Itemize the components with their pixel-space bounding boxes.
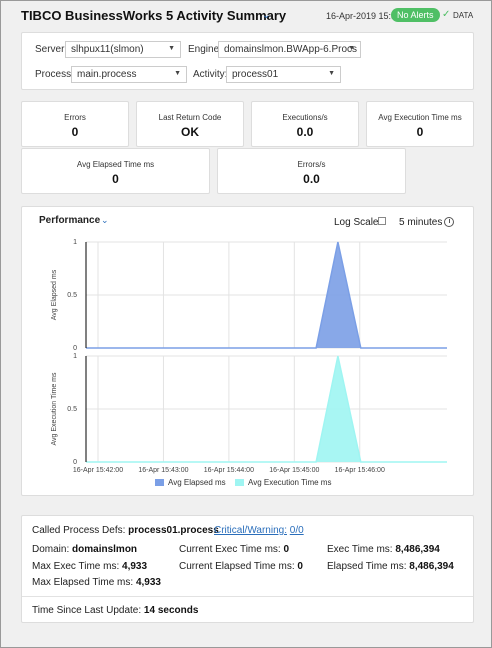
kpi-avg-elapsed-time[interactable]: Avg Elapsed Time ms 0 xyxy=(21,148,210,194)
info-value: 4,933 xyxy=(135,577,161,588)
chevron-down-icon[interactable]: ⌄ xyxy=(262,10,270,21)
called-defs-row: Called Process Defs: process01.process xyxy=(32,525,219,536)
info-label: Max Elapsed Time ms: xyxy=(32,577,134,588)
process-select-value: main.process xyxy=(77,69,137,80)
activity-label: Activity: xyxy=(193,69,228,80)
kpi-errors-per-sec[interactable]: Errors/s 0.0 xyxy=(217,148,406,194)
kpi-avg-execution-time[interactable]: Avg Execution Time ms 0 xyxy=(366,101,474,147)
info-label: Exec Time ms: xyxy=(327,544,393,555)
info-value: 0 xyxy=(297,561,303,572)
critical-warning-row[interactable]: Critical/Warning: 0/0 xyxy=(214,525,304,536)
timestamp: 16-Apr-2019 15:35 xyxy=(326,11,402,21)
x-tick-label: 16-Apr 15:46:00 xyxy=(335,467,385,474)
info-label: Elapsed Time ms: xyxy=(327,561,407,572)
performance-chart: 0 0.5 1 Avg Elapsed ms 0 0.5 1 Avg Execution Ti… xyxy=(51,239,447,474)
caret-down-icon: ▼ xyxy=(174,70,181,77)
y-tick-label: 1 xyxy=(73,239,77,246)
legend-swatch xyxy=(235,479,244,487)
y-tick-label: 1 xyxy=(73,353,77,360)
info-label: Time Since Last Update: xyxy=(32,605,142,616)
domain-row: Domain: domainslmon xyxy=(32,544,137,555)
kpi-value: 0 xyxy=(71,125,79,139)
caret-down-icon: ▼ xyxy=(168,45,175,52)
kpi-errors[interactable]: Errors 0 xyxy=(21,101,129,147)
kpi-last-return-code[interactable]: Last Return Code OK xyxy=(136,101,244,147)
kpi-label: Errors/s xyxy=(297,160,326,169)
info-panel: Called Process Defs: process01.process C… xyxy=(21,515,474,623)
process-label: Process: xyxy=(35,69,74,80)
performance-panel: Performance ⌄ Log Scale: 5 minutes 0 0.5 1… xyxy=(21,206,474,496)
legend-item: Avg Elapsed ms xyxy=(155,478,226,487)
y-tick-label: 0 xyxy=(73,459,77,466)
info-label: Current Exec Time ms: xyxy=(179,544,281,555)
check-icon: ✓ xyxy=(442,9,451,20)
info-label: Max Exec Time ms: xyxy=(32,561,120,572)
server-select[interactable]: slhpux11(slmon) ▼ xyxy=(65,41,181,58)
caret-down-icon: ▼ xyxy=(328,70,335,77)
alert-badge[interactable]: No Alerts xyxy=(391,8,440,22)
elapsed-time-row: Elapsed Time ms: 8,486,394 xyxy=(327,561,454,572)
kpi-value: 0.0 xyxy=(303,172,320,186)
kpi-value: 0 xyxy=(112,172,119,186)
engine-select-value: domainslmon.BWApp-6.Procs xyxy=(224,44,358,55)
caret-down-icon: ▼ xyxy=(348,45,355,52)
critical-warning-link[interactable]: Critical/Warning: xyxy=(214,525,287,536)
info-label: Called Process Defs: xyxy=(32,525,126,536)
last-update-row: Time Since Last Update: 14 seconds xyxy=(32,605,198,616)
info-value: domainslmon xyxy=(72,544,138,555)
critical-warning-value[interactable]: 0/0 xyxy=(290,525,304,536)
kpi-label: Avg Execution Time ms xyxy=(378,113,462,122)
process-select[interactable]: main.process ▼ xyxy=(71,66,187,83)
header: TIBCO BusinessWorks 5 Activity Summary ⌄… xyxy=(1,1,491,31)
info-value: 4,933 xyxy=(122,561,148,572)
current-elapsed-row: Current Elapsed Time ms: 0 xyxy=(179,561,303,572)
legend-label: Avg Elapsed ms xyxy=(168,478,226,487)
info-value: 0 xyxy=(283,544,290,555)
kpi-label: Executions/s xyxy=(282,113,328,122)
y-axis-label: Avg Elapsed ms xyxy=(51,269,58,320)
max-exec-row: Max Exec Time ms: 4,933 xyxy=(32,561,147,572)
info-value: 8,486,394 xyxy=(395,544,440,555)
y-tick-label: 0 xyxy=(73,345,77,352)
x-tick-label: 16-Apr 15:42:00 xyxy=(73,467,123,474)
divider xyxy=(22,596,473,597)
server-label: Server: xyxy=(35,44,68,55)
info-value: process01.process xyxy=(128,525,219,536)
engine-select[interactable]: domainslmon.BWApp-6.Procs ▼ xyxy=(218,41,361,58)
server-select-value: slhpux11(slmon) xyxy=(71,44,144,55)
x-tick-label: 16-Apr 15:45:00 xyxy=(269,467,319,474)
data-status-label: DATA xyxy=(453,11,474,20)
kpi-executions-per-sec[interactable]: Executions/s 0.0 xyxy=(251,101,359,147)
filter-panel: Server: slhpux11(slmon) ▼ Engine: domains… xyxy=(21,32,474,90)
kpi-label: Errors xyxy=(64,113,86,122)
kpi-value: OK xyxy=(181,125,199,139)
info-value: 14 seconds xyxy=(143,605,199,616)
legend-label: Avg Execution Time ms xyxy=(248,478,332,487)
info-label: Domain: xyxy=(32,544,70,555)
x-tick-label: 16-Apr 15:44:00 xyxy=(204,467,254,474)
info-value: 8,486,394 xyxy=(409,561,454,572)
current-exec-row: Current Exec Time ms: 0 xyxy=(179,544,289,555)
info-label: Current Elapsed Time ms: xyxy=(179,561,295,572)
legend-item: Avg Execution Time ms xyxy=(235,478,331,487)
x-tick-label: 16-Apr 15:43:00 xyxy=(138,467,188,474)
legend-swatch xyxy=(155,479,164,487)
kpi-value: 0 xyxy=(416,125,424,139)
exec-time-row: Exec Time ms: 8,486,394 xyxy=(327,544,440,555)
kpi-label: Last Return Code xyxy=(158,113,222,122)
y-axis-label: Avg Execution Time ms xyxy=(51,372,58,446)
activity-select-value: process01 xyxy=(232,69,279,80)
engine-label: Engine: xyxy=(188,44,222,55)
y-tick-label: 0.5 xyxy=(67,292,77,299)
y-tick-label: 0.5 xyxy=(67,406,77,413)
page-title: TIBCO BusinessWorks 5 Activity Summary xyxy=(21,8,287,23)
max-elapsed-row: Max Elapsed Time ms: 4,933 xyxy=(32,577,161,588)
kpi-value: 0.0 xyxy=(296,125,314,139)
kpi-label: Avg Elapsed Time ms xyxy=(76,160,155,169)
activity-select[interactable]: process01 ▼ xyxy=(226,66,341,83)
